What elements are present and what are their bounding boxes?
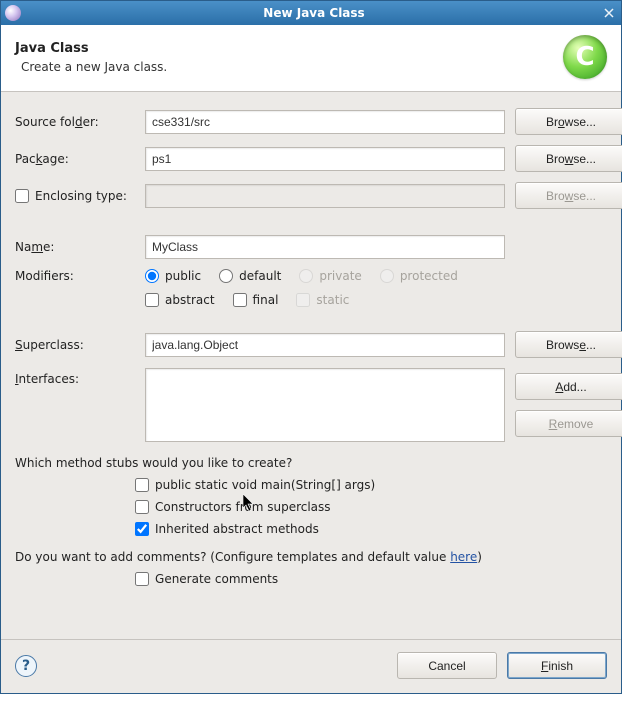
package-input[interactable] (145, 147, 505, 171)
name-input[interactable] (145, 235, 505, 259)
modifier-private-radio: private (299, 269, 361, 283)
dialog-window: New Java Class Java Class Create a new J… (0, 0, 622, 694)
enclosing-type-label: Enclosing type: (35, 189, 127, 203)
form: Source folder: Browse... Package: Browse… (1, 92, 621, 639)
stub-inherited-checkbox[interactable]: Inherited abstract methods (135, 522, 607, 536)
help-icon[interactable]: ? (15, 655, 37, 677)
button-bar: ? Cancel Finish (1, 639, 621, 693)
remove-interface-button: Remove (515, 410, 622, 437)
browse-package-button[interactable]: Browse... (515, 145, 622, 172)
superclass-input[interactable] (145, 333, 505, 357)
browse-enclosing-type-button: Browse... (515, 182, 622, 209)
modifier-static-label: static (316, 293, 349, 307)
modifier-protected-label: protected (400, 269, 458, 283)
modifier-abstract-label: abstract (165, 293, 215, 307)
class-icon: C (563, 35, 607, 79)
cancel-button[interactable]: Cancel (397, 652, 497, 679)
stubs-question: Which method stubs would you like to cre… (15, 456, 607, 470)
modifier-default-radio[interactable]: default (219, 269, 281, 283)
titlebar[interactable]: New Java Class (1, 1, 621, 25)
modifier-final-checkbox[interactable]: final (233, 293, 279, 307)
modifier-default-label: default (239, 269, 281, 283)
content-area: Java Class Create a new Java class. C So… (1, 25, 621, 693)
modifier-abstract-checkbox[interactable]: abstract (145, 293, 215, 307)
modifier-private-label: private (319, 269, 361, 283)
header-pane: Java Class Create a new Java class. C (1, 25, 621, 91)
stub-main-label: public static void main(String[] args) (155, 478, 375, 492)
modifier-public-label: public (165, 269, 201, 283)
page-subtitle: Create a new Java class. (21, 60, 563, 74)
modifier-public-radio[interactable]: public (145, 269, 201, 283)
modifier-static-checkbox: static (296, 293, 349, 307)
modifier-protected-radio: protected (380, 269, 458, 283)
package-label: Package: (15, 152, 135, 166)
generate-comments-checkbox[interactable]: Generate comments (135, 572, 278, 586)
comments-question: Do you want to add comments? (Configure … (15, 550, 607, 564)
generate-comments-label: Generate comments (155, 572, 278, 586)
stub-constructors-label: Constructors from superclass (155, 500, 331, 514)
stub-main-checkbox[interactable]: public static void main(String[] args) (135, 478, 607, 492)
window-title: New Java Class (27, 6, 601, 20)
modifiers-label: Modifiers: (15, 269, 135, 283)
add-interface-button[interactable]: Add... (515, 373, 622, 400)
enclosing-type-input (145, 184, 505, 208)
page-title: Java Class (15, 41, 563, 56)
browse-source-folder-button[interactable]: Browse... (515, 108, 622, 135)
interfaces-label: Interfaces: (15, 368, 135, 386)
source-folder-label: Source folder: (15, 115, 135, 129)
stub-inherited-label: Inherited abstract methods (155, 522, 319, 536)
close-icon[interactable] (601, 5, 617, 21)
browse-superclass-button[interactable]: Browse... (515, 331, 622, 358)
configure-templates-link[interactable]: here (450, 550, 477, 564)
superclass-label: Superclass: (15, 338, 135, 352)
interfaces-list[interactable] (145, 368, 505, 442)
enclosing-type-check-input[interactable] (15, 189, 29, 203)
app-icon (5, 5, 21, 21)
name-label: Name: (15, 240, 135, 254)
source-folder-input[interactable] (145, 110, 505, 134)
stub-constructors-checkbox[interactable]: Constructors from superclass (135, 500, 607, 514)
modifier-final-label: final (253, 293, 279, 307)
enclosing-type-checkbox[interactable]: Enclosing type: (15, 189, 135, 203)
finish-button[interactable]: Finish (507, 652, 607, 679)
